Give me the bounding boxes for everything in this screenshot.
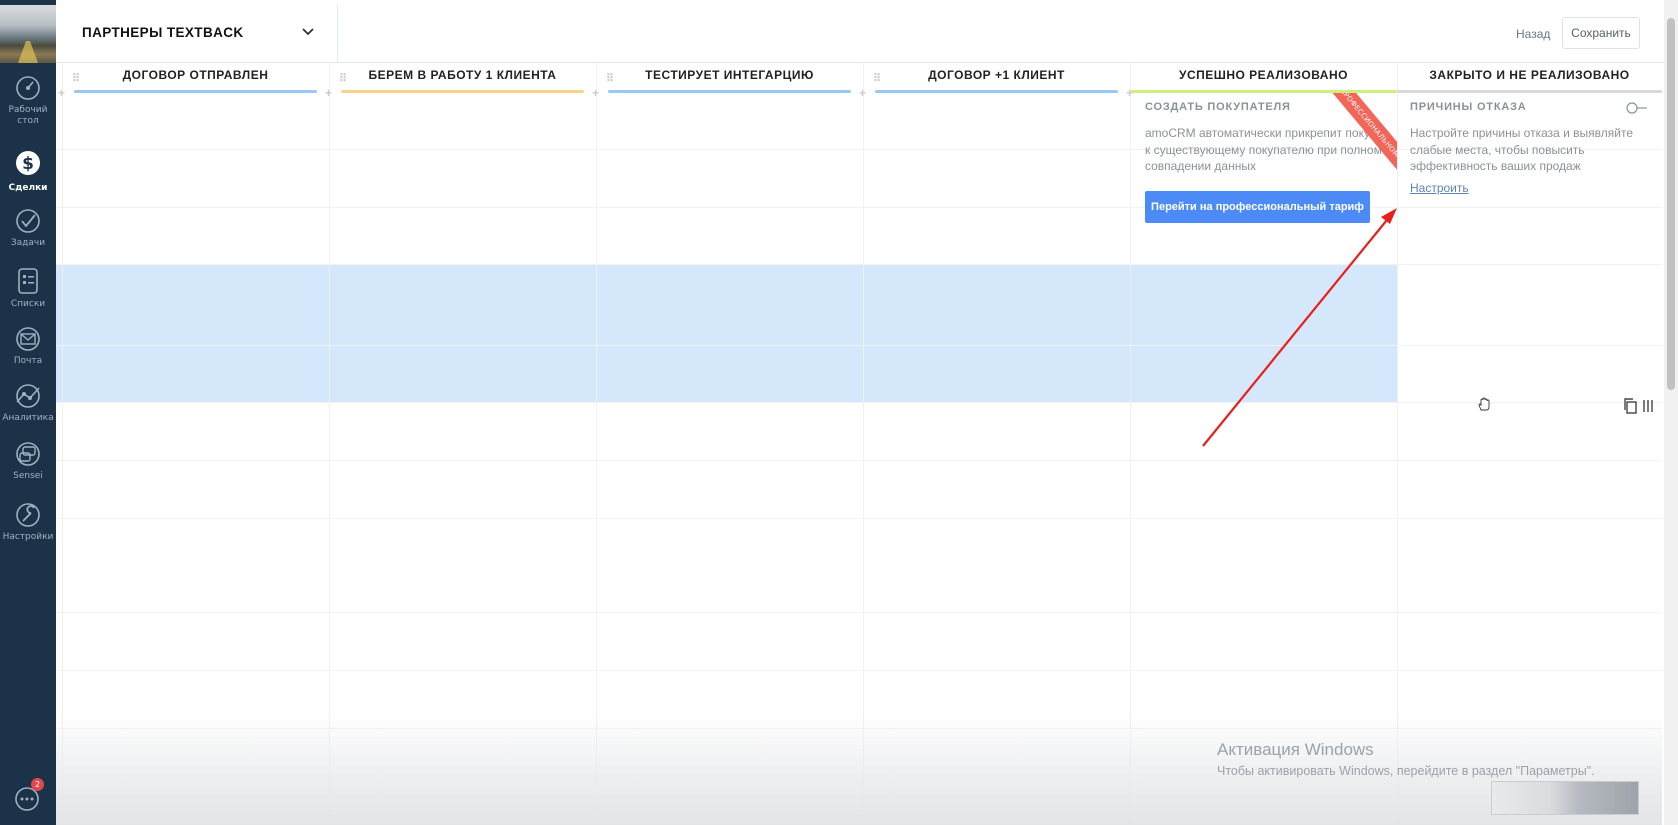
stage-color-bar	[875, 90, 1118, 93]
sidebar-item-mail[interactable]: Почта	[0, 325, 56, 367]
toggle-switch[interactable]	[1626, 102, 1648, 114]
pipeline-board: ⠿ ДОГОВОР ОТПРАВЛЕН + ⠿ БЕРЕМ В РАБОТУ 1…	[56, 63, 1662, 825]
stage-title[interactable]: ДОГОВОР +1 КЛИЕНТ	[928, 68, 1065, 82]
chat-badge: 2	[31, 778, 44, 791]
avatar[interactable]	[0, 5, 56, 63]
add-stage-icon[interactable]: +	[1126, 87, 1134, 99]
column-divider	[329, 63, 330, 825]
loss-reasons-title: ПРИЧИНЫ ОТКАЗА	[1410, 101, 1527, 113]
sidebar-item-settings[interactable]: Настройки	[0, 501, 56, 543]
stage-column-lost: ЗАКРЫТО И НЕ РЕАЛИЗОВАНО	[1397, 63, 1662, 93]
promo-title: СОЗДАТЬ ПОКУПАТЕЛЯ	[1145, 101, 1291, 113]
sidebar-item-tasks[interactable]: Задачи	[0, 207, 56, 249]
drag-handle-icon[interactable]: ⠿	[339, 68, 347, 90]
sidebar-item-label: Настройки	[2, 532, 54, 542]
row-divider	[56, 612, 1662, 613]
sidebar-item-label: Sensei	[13, 471, 43, 481]
row-divider	[56, 264, 1662, 265]
stage-title: ЗАКРЫТО И НЕ РЕАЛИЗОВАНО	[1429, 68, 1630, 82]
row-divider	[56, 402, 1662, 403]
sidebar-item-lists[interactable]: Списки	[0, 266, 56, 310]
add-stage-icon[interactable]: +	[592, 87, 600, 99]
deals-icon: $	[16, 151, 40, 175]
stage-title[interactable]: БЕРЕМ В РАБОТУ 1 КЛИЕНТА	[369, 68, 557, 82]
back-button[interactable]: Назад	[1516, 27, 1550, 41]
pipeline-header: ПАРТНЕРЫ TEXTBACK Назад Сохранить	[56, 5, 1664, 63]
columns-icon[interactable]	[1642, 399, 1654, 413]
tasks-icon	[16, 209, 40, 233]
stage-column-3[interactable]: ⠿ ДОГОВОР +1 КЛИЕНТ +	[859, 63, 1130, 99]
row-divider	[56, 460, 1662, 461]
stage-column-0[interactable]: ⠿ ДОГОВОР ОТПРАВЛЕН +	[58, 63, 329, 99]
sidebar-item-dashboard[interactable]: Рабочий стол	[0, 74, 56, 127]
loss-reasons-card: ПРИЧИНЫ ОТКАЗА Настройте причины отказа …	[1410, 93, 1660, 195]
scrollbar[interactable]	[1664, 0, 1678, 825]
stage-color-bar	[341, 90, 584, 93]
lists-icon	[18, 268, 38, 294]
column-divider	[1397, 63, 1398, 825]
copy-icon[interactable]	[1622, 397, 1638, 415]
sidebar-item-label: Задачи	[10, 238, 46, 248]
column-divider	[863, 63, 864, 825]
windows-activation-watermark: Активация Windows Чтобы активировать Win…	[1217, 740, 1595, 778]
chevron-down-icon[interactable]	[298, 22, 318, 42]
divider	[337, 5, 338, 63]
row-divider	[56, 207, 1662, 208]
sidebar-item-sensei[interactable]: Sensei	[0, 440, 56, 482]
sidebar-item-label: Списки	[10, 299, 46, 309]
stage-column-1[interactable]: ⠿ БЕРЕМ В РАБОТУ 1 КЛИЕНТА +	[325, 63, 596, 99]
activation-subtitle: Чтобы активировать Windows, перейдите в …	[1217, 764, 1595, 778]
svg-text:$: $	[22, 154, 34, 174]
mail-icon	[16, 327, 40, 351]
promo-text: amoCRM автоматически прикрепит покупку к…	[1145, 126, 1388, 173]
loss-reasons-text: Настройте причины отказа и выявляйте сла…	[1410, 126, 1634, 173]
stage-title: УСПЕШНО РЕАЛИЗОВАНО	[1179, 68, 1348, 82]
stage-title[interactable]: ДОГОВОР ОТПРАВЛЕН	[123, 68, 269, 82]
copy-tools	[1619, 391, 1659, 421]
row-divider	[56, 670, 1662, 671]
drag-handle-icon[interactable]: ⠿	[873, 68, 881, 90]
drop-zone-highlight	[56, 265, 1397, 402]
create-customer-promo: СОЗДАТЬ ПОКУПАТЕЛЯ amoCRM автоматически …	[1143, 93, 1397, 233]
configure-link[interactable]: Настроить	[1410, 181, 1469, 195]
sidebar-item-label: Рабочий стол	[8, 105, 48, 126]
stage-color-bar	[608, 90, 851, 93]
drag-handle-icon[interactable]: ⠿	[72, 68, 80, 90]
sidebar-item-label: Сделки	[8, 183, 48, 193]
hand-cursor-icon	[1478, 397, 1490, 411]
stage-title[interactable]: ТЕСТИРУЕТ ИНТЕГАРЦИЮ	[645, 68, 814, 82]
taskbar-thumbnail	[1491, 781, 1639, 815]
drag-handle-icon[interactable]: ⠿	[606, 68, 614, 90]
column-divider	[62, 63, 63, 825]
sidebar-item-analytics[interactable]: Аналитика	[0, 382, 56, 424]
upgrade-plan-button[interactable]: Перейти на профессиональный тариф	[1145, 191, 1370, 223]
sidebar: Рабочий стол $ Сделки Задачи Списки Почт…	[0, 0, 56, 825]
stage-column-won: УСПЕШНО РЕАЛИЗОВАНО +	[1126, 63, 1397, 99]
analytics-icon	[16, 384, 40, 408]
dashboard-icon	[16, 76, 40, 100]
stage-column-2[interactable]: ⠿ ТЕСТИРУЕТ ИНТЕГАРЦИЮ +	[592, 63, 863, 99]
column-divider	[596, 63, 597, 825]
sidebar-item-label: Аналитика	[2, 413, 54, 423]
sensei-icon	[16, 442, 40, 466]
add-stage-icon[interactable]: +	[58, 87, 66, 99]
pipeline-title[interactable]: ПАРТНЕРЫ TEXTBACK	[82, 25, 244, 40]
add-stage-icon[interactable]: +	[325, 87, 333, 99]
add-stage-icon[interactable]: +	[859, 87, 867, 99]
sidebar-item-label: Почта	[13, 356, 43, 366]
save-button[interactable]: Сохранить	[1562, 17, 1640, 49]
stage-color-bar	[74, 90, 317, 93]
activation-title: Активация Windows	[1217, 740, 1374, 759]
row-divider	[56, 518, 1662, 519]
column-divider	[1130, 63, 1131, 825]
sidebar-item-deals[interactable]: $ Сделки	[0, 146, 56, 194]
row-divider	[56, 345, 1662, 346]
app-window: Рабочий стол $ Сделки Задачи Списки Почт…	[0, 0, 1678, 825]
settings-icon	[16, 503, 40, 527]
scroll-thumb[interactable]	[1667, 18, 1675, 390]
